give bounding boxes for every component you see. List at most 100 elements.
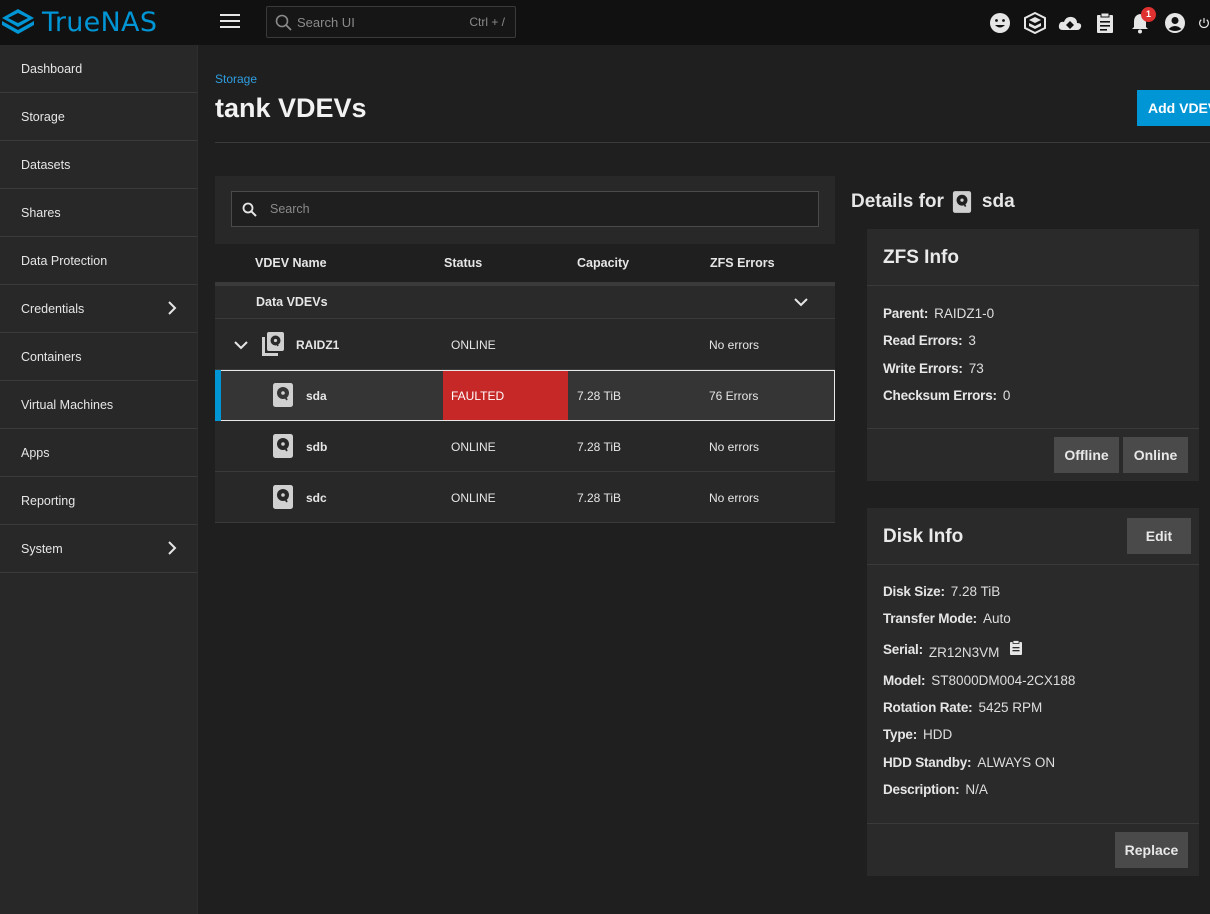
- hdd-standby-value: ALWAYS ON: [977, 754, 1056, 770]
- description-label: Description:: [883, 781, 960, 797]
- sidebar-item-system[interactable]: System: [0, 525, 197, 573]
- disk-name: sdc: [306, 491, 327, 505]
- chevron-down-icon[interactable]: [793, 294, 809, 310]
- global-search[interactable]: Ctrl + /: [266, 6, 516, 38]
- sidebar-item-dashboard[interactable]: Dashboard: [0, 45, 197, 93]
- details-prefix: Details for: [851, 191, 944, 212]
- disk-errors: 76 Errors: [709, 389, 759, 403]
- truecommand-icon[interactable]: [1023, 11, 1047, 35]
- column-status[interactable]: Status: [444, 256, 482, 270]
- vdev-name: RAIDZ1: [296, 338, 340, 352]
- offline-button[interactable]: Offline: [1054, 437, 1119, 473]
- table-header: VDEV Name Status Capacity ZFS Errors: [215, 244, 835, 282]
- tasks-icon[interactable]: [1093, 11, 1117, 35]
- chevron-down-icon[interactable]: [234, 339, 248, 351]
- vdev-errors: No errors: [709, 338, 760, 352]
- chevron-right-icon: [168, 541, 177, 555]
- disk-name: sda: [306, 389, 327, 403]
- replace-button[interactable]: Replace: [1115, 832, 1188, 868]
- top-bar: TrueNAS Ctrl + / 1: [0, 0, 1210, 45]
- serial-value: ZR12N3VM: [928, 645, 1000, 661]
- disk-status: FAULTED: [451, 389, 505, 403]
- disk-errors: No errors: [709, 491, 760, 505]
- sidebar-item-containers[interactable]: Containers: [0, 333, 197, 381]
- add-vdev-button[interactable]: Add VDEV: [1137, 90, 1210, 126]
- type-value: HDD: [923, 727, 953, 743]
- checksum-errors-label: Checksum Errors:: [883, 388, 997, 404]
- search-shortcut: Ctrl + /: [469, 15, 505, 29]
- notifications-icon[interactable]: 1: [1128, 6, 1156, 35]
- edit-button[interactable]: Edit: [1127, 518, 1191, 554]
- hard-drive-icon: [273, 434, 293, 458]
- search-icon: [242, 202, 257, 217]
- notification-badge: 1: [1141, 6, 1156, 22]
- vdev-table: VDEV Name Status Capacity ZFS Errors Dat…: [215, 176, 835, 523]
- rotation-rate-label: Rotation Rate:: [883, 700, 973, 716]
- page-title: tank VDEVs: [215, 93, 367, 123]
- model-value: ST8000DM004-2CX188: [931, 672, 1076, 688]
- table-row-vdev[interactable]: RAIDZ1 ONLINE No errors: [215, 319, 835, 370]
- power-icon[interactable]: [1198, 11, 1210, 35]
- truenas-logo[interactable]: TrueNAS: [0, 6, 157, 38]
- sidebar-item-datasets[interactable]: Datasets: [0, 141, 197, 189]
- rotation-rate-value: 5425 RPM: [978, 700, 1043, 716]
- main-content: Storage tank VDEVs Add VDEV VDEV Name St…: [198, 45, 1210, 914]
- card-title: ZFS Info: [883, 247, 959, 268]
- vdev-status: ONLINE: [451, 338, 496, 352]
- disk-size-value: 7.28 TiB: [950, 584, 1001, 600]
- disk-capacity: 7.28 TiB: [577, 440, 622, 454]
- sidebar-item-virtual-machines[interactable]: Virtual Machines: [0, 381, 197, 429]
- chevron-right-icon: [168, 301, 177, 315]
- type-label: Type:: [883, 727, 918, 743]
- details-disk-name: sda: [981, 191, 1015, 212]
- online-button[interactable]: Online: [1123, 437, 1188, 473]
- model-label: Model:: [883, 672, 926, 688]
- disk-info-card: Disk Info Edit Disk Size: 7.28 TiB Transf…: [867, 508, 1199, 876]
- brand-name: TrueNAS: [42, 6, 158, 38]
- sidebar-item-reporting[interactable]: Reporting: [0, 477, 197, 525]
- transfer-mode-label: Transfer Mode:: [883, 611, 977, 627]
- group-label: Data VDEVs: [256, 295, 328, 309]
- hard-drive-icon: [273, 383, 293, 407]
- sidebar-item-credentials[interactable]: Credentials: [0, 285, 197, 333]
- table-row-sdc[interactable]: sdc ONLINE 7.28 TiB No errors: [215, 472, 835, 523]
- checksum-errors-value: 0: [1002, 388, 1011, 404]
- parent-value: RAIDZ1-0: [934, 306, 995, 322]
- vdev-search[interactable]: [231, 191, 819, 227]
- truenas-logo-icon: [2, 9, 34, 34]
- serial-label: Serial:: [883, 642, 923, 658]
- breadcrumb-storage[interactable]: Storage: [215, 72, 257, 86]
- description-value: N/A: [965, 781, 988, 797]
- write-errors-value: 73: [968, 360, 984, 376]
- transfer-mode-value: Auto: [982, 611, 1011, 627]
- zfs-info-card: ZFS Info Parent: RAIDZ1-0 Read Errors: 3 W…: [867, 229, 1199, 481]
- column-zfs-errors[interactable]: ZFS Errors: [710, 256, 775, 270]
- disk-capacity: 7.28 TiB: [577, 491, 622, 505]
- table-row-sda[interactable]: sda FAULTED 7.28 TiB 76 Errors: [215, 370, 835, 421]
- sidebar: Dashboard Storage Datasets Shares Data P…: [0, 45, 198, 914]
- feedback-icon[interactable]: [988, 11, 1012, 35]
- selection-indicator: [215, 370, 221, 421]
- read-errors-value: 3: [968, 333, 976, 349]
- vdev-disks-icon: [262, 332, 284, 356]
- sidebar-item-data-protection[interactable]: Data Protection: [0, 237, 197, 285]
- column-vdev-name[interactable]: VDEV Name: [255, 256, 327, 270]
- disk-errors: No errors: [709, 440, 760, 454]
- table-row-sdb[interactable]: sdb ONLINE 7.28 TiB No errors: [215, 421, 835, 472]
- disk-capacity: 7.28 TiB: [577, 389, 622, 403]
- vdev-search-input[interactable]: [270, 200, 770, 218]
- menu-toggle-icon[interactable]: [220, 14, 240, 30]
- global-search-input[interactable]: [297, 11, 447, 33]
- parent-label: Parent:: [883, 306, 929, 322]
- hard-drive-icon: [273, 485, 293, 509]
- sidebar-item-apps[interactable]: Apps: [0, 429, 197, 477]
- write-errors-label: Write Errors:: [883, 360, 963, 376]
- card-title: Disk Info: [883, 526, 964, 547]
- account-icon[interactable]: [1163, 11, 1187, 35]
- column-capacity[interactable]: Capacity: [577, 256, 629, 270]
- sidebar-item-storage[interactable]: Storage: [0, 93, 197, 141]
- copy-clipboard-icon[interactable]: [1009, 639, 1023, 656]
- group-row-data-vdevs[interactable]: Data VDEVs: [215, 286, 835, 319]
- sidebar-item-shares[interactable]: Shares: [0, 189, 197, 237]
- cloud-sync-icon[interactable]: [1058, 11, 1082, 35]
